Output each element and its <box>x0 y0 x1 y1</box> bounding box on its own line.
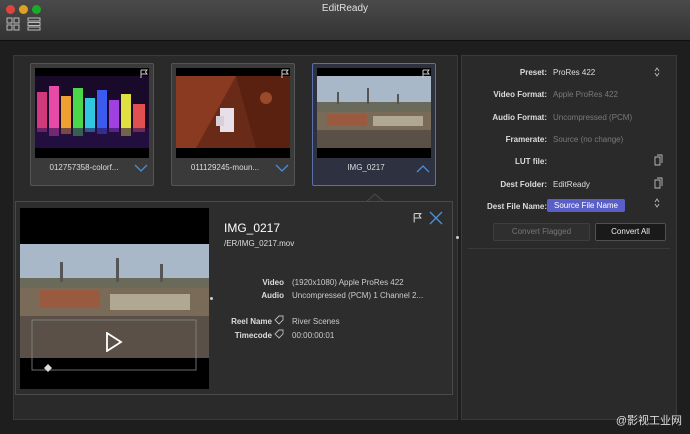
clip-path: /ER/IMG_0217.mov <box>224 239 295 248</box>
clip-preview-mountain <box>176 68 290 158</box>
lut-file-label: LUT file: <box>515 157 547 166</box>
reel-name-label: Reel Name <box>231 317 272 326</box>
panel-splitter-handle[interactable] <box>456 236 459 239</box>
video-label: Video <box>262 278 284 287</box>
preset-select[interactable]: ProRes 422 <box>553 68 595 77</box>
chevron-up-icon[interactable] <box>416 164 430 173</box>
convert-all-button[interactable]: Convert All <box>595 223 666 241</box>
flag-icon[interactable] <box>139 69 149 79</box>
flag-icon[interactable] <box>421 69 431 79</box>
stepper-arrows-icon[interactable] <box>654 198 660 208</box>
window-title: EditReady <box>321 3 369 14</box>
reel-name-value[interactable]: River Scenes <box>292 317 340 326</box>
chevron-down-icon[interactable] <box>134 164 148 173</box>
splitter-handle[interactable] <box>210 297 213 300</box>
title-bar: EditReady <box>0 0 690 41</box>
clip-name: IMG_0217 <box>347 163 385 172</box>
dest-folder-label: Dest Folder: <box>500 180 547 189</box>
clip-name: 011129245-moun... <box>190 163 260 172</box>
dest-file-name-label: Dest File Name: <box>486 202 547 211</box>
audio-format-value: Uncompressed (PCM) <box>553 113 633 122</box>
video-preview[interactable] <box>20 208 209 389</box>
clip-title: IMG_0217 <box>224 221 281 235</box>
stepper-arrows-icon[interactable] <box>654 67 660 77</box>
flag-icon[interactable] <box>412 212 423 224</box>
video-format-label: Video Format: <box>493 90 547 99</box>
video-format-value: Apple ProRes 422 <box>553 90 618 99</box>
framerate-label: Framerate: <box>505 135 547 144</box>
clip-thumbnail-selected[interactable]: IMG_0217 <box>312 63 436 186</box>
chevron-down-icon[interactable] <box>275 164 289 173</box>
timecode-value[interactable]: 00:00:00:01 <box>292 331 334 340</box>
clip-thumbnail[interactable]: 011129245-moun... <box>171 63 295 186</box>
framerate-value: Source (no change) <box>553 135 624 144</box>
dest-folder-value: EditReady <box>553 180 590 189</box>
clip-detail-panel: IMG_0217 /ER/IMG_0217.mov Video (1920x10… <box>15 201 453 395</box>
close-icon[interactable] <box>429 211 443 225</box>
video-value: (1920x1080) Apple ProRes 422 <box>292 278 404 287</box>
audio-value: Uncompressed (PCM) 1 Channel 2... <box>292 291 424 300</box>
tag-icon[interactable] <box>274 315 284 325</box>
settings-panel: Preset: ProRes 422 Video Format: Apple P… <box>461 55 677 420</box>
flag-icon[interactable] <box>280 69 290 79</box>
divider <box>468 248 670 249</box>
scrubber-handle-icon[interactable] <box>44 364 52 372</box>
clip-preview-colorful <box>35 68 149 158</box>
preset-label: Preset: <box>519 68 547 77</box>
grid-icon[interactable] <box>6 17 20 31</box>
list-icon[interactable] <box>27 17 41 31</box>
document-icon[interactable] <box>654 154 664 166</box>
watermark: @影视工业网 <box>615 415 682 427</box>
clip-thumbnail[interactable]: 012757358-colorf... <box>30 63 154 186</box>
audio-label: Audio <box>261 291 284 300</box>
clip-preview-city <box>317 68 431 158</box>
clip-name: 012757358-colorf... <box>49 163 119 172</box>
audio-format-label: Audio Format: <box>492 113 547 122</box>
video-frame <box>20 208 209 389</box>
play-icon[interactable] <box>105 332 123 352</box>
tag-icon[interactable] <box>274 329 284 339</box>
timecode-label: Timecode <box>234 331 272 340</box>
document-icon[interactable] <box>654 177 664 189</box>
source-file-name-token[interactable]: Source File Name <box>547 199 625 212</box>
convert-flagged-button[interactable]: Convert Flagged <box>493 223 590 241</box>
